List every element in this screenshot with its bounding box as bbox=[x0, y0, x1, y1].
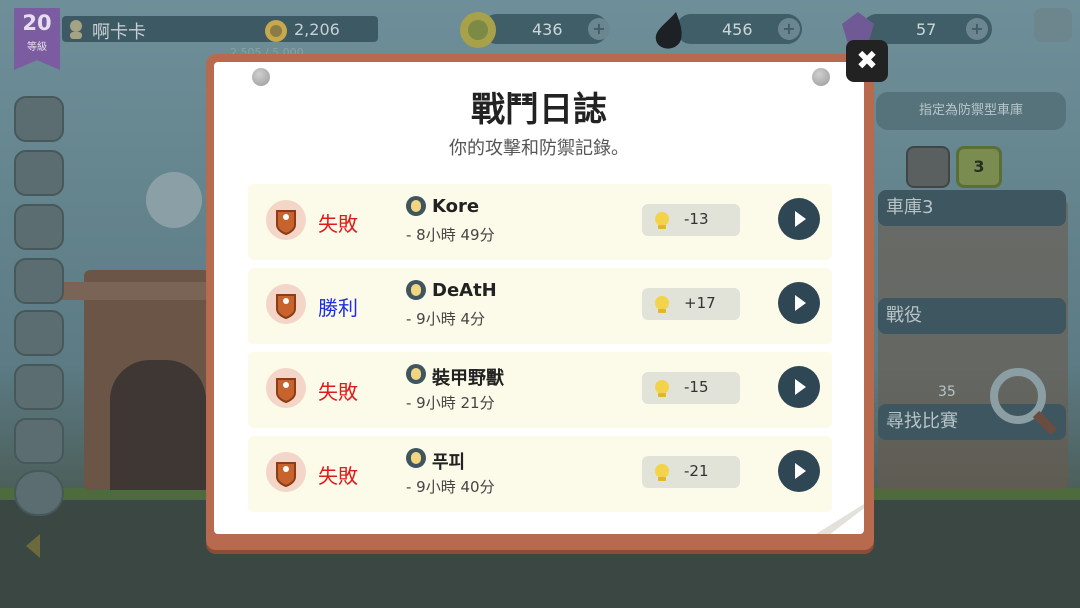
battle-log-row: 失敗 Kore - 8小時 49分 -13 bbox=[248, 184, 832, 260]
replay-button[interactable] bbox=[778, 198, 820, 240]
opponent-avatar-icon bbox=[406, 196, 426, 216]
trophy-delta: -21 bbox=[684, 462, 709, 480]
add-coins-button[interactable]: + bbox=[588, 18, 610, 40]
opponent-avatar-icon bbox=[406, 280, 426, 300]
oil-drop-icon bbox=[655, 12, 682, 49]
player-avatar-icon bbox=[70, 20, 82, 39]
shield-icon bbox=[266, 200, 306, 240]
opponent-name: Kore bbox=[432, 196, 480, 217]
trophy-change: +17 bbox=[642, 288, 740, 320]
achievements-button[interactable] bbox=[14, 258, 64, 304]
battle-log-row: 失敗 裝甲野獸 - 9小時 21分 -15 bbox=[248, 352, 832, 428]
shield-icon bbox=[266, 368, 306, 408]
workshop-door bbox=[110, 360, 206, 490]
settings-button[interactable] bbox=[14, 470, 64, 516]
timer-button[interactable] bbox=[14, 310, 64, 356]
shield-icon bbox=[266, 452, 306, 492]
opponent-name: DeAtH bbox=[432, 280, 497, 301]
garage-slot-2[interactable] bbox=[906, 146, 950, 188]
coins-count: 436 bbox=[532, 20, 563, 39]
leaderboard-button[interactable] bbox=[14, 204, 64, 250]
opponent-name: 푸피 bbox=[432, 452, 466, 473]
opponent-name: 裝甲野獸 bbox=[432, 368, 504, 389]
play-icon bbox=[795, 463, 806, 479]
battle-log-row: 失敗 푸피 - 9小時 40分 -21 bbox=[248, 436, 832, 512]
add-gems-button[interactable]: + bbox=[966, 18, 988, 40]
shop-button[interactable] bbox=[14, 418, 64, 464]
coin-icon bbox=[460, 12, 496, 48]
mail-button[interactable] bbox=[14, 96, 64, 142]
trophy-delta: -15 bbox=[684, 378, 709, 396]
play-icon bbox=[795, 295, 806, 311]
trophy-change: -15 bbox=[642, 372, 740, 404]
trophy-delta: +17 bbox=[684, 294, 716, 312]
shield-icon bbox=[266, 284, 306, 324]
garage-slot-selected[interactable]: 3 bbox=[956, 146, 1002, 188]
magnifier-icon bbox=[990, 368, 1058, 436]
battle-time: - 9小時 40分 bbox=[406, 478, 495, 496]
close-icon: ✖ bbox=[856, 46, 878, 76]
crane-beam bbox=[40, 282, 210, 300]
workshop-right bbox=[878, 200, 1068, 490]
messages-button[interactable] bbox=[14, 150, 64, 196]
campaign-button[interactable]: 戰役 bbox=[878, 298, 1066, 334]
trophy-icon bbox=[655, 212, 669, 229]
modal-title: 戰鬥日誌 bbox=[471, 90, 607, 130]
battle-time: - 9小時 21分 bbox=[406, 394, 495, 412]
scroll-left-arrow-icon[interactable] bbox=[26, 534, 40, 558]
coin-bubble bbox=[146, 172, 202, 228]
gems-count: 57 bbox=[916, 20, 937, 39]
oil-count: 456 bbox=[722, 20, 753, 39]
add-oil-button[interactable]: + bbox=[778, 18, 800, 40]
opponent-avatar-icon bbox=[406, 364, 426, 384]
close-button[interactable]: ✖ bbox=[846, 40, 888, 82]
trophy-delta: -13 bbox=[684, 210, 709, 228]
battle-result: 失敗 bbox=[318, 212, 358, 236]
replay-button[interactable] bbox=[778, 366, 820, 408]
replay-button[interactable] bbox=[778, 450, 820, 492]
chat-button[interactable] bbox=[1034, 8, 1072, 42]
trophy-change: -21 bbox=[642, 456, 740, 488]
player-name: 啊卡卡 bbox=[92, 22, 146, 43]
trophy-change: -13 bbox=[642, 204, 740, 236]
profile-button[interactable] bbox=[14, 364, 64, 410]
trophy-icon bbox=[655, 464, 669, 481]
trophy-icon bbox=[655, 380, 669, 397]
play-icon bbox=[795, 379, 806, 395]
battle-log-row: 勝利 DeAtH - 9小時 4分 +17 bbox=[248, 268, 832, 344]
opponent-avatar-icon bbox=[406, 448, 426, 468]
trophy-icon bbox=[265, 20, 287, 42]
battle-time: - 8小時 49分 bbox=[406, 226, 495, 244]
battle-time: - 9小時 4分 bbox=[406, 310, 486, 328]
trophy-icon bbox=[655, 296, 669, 313]
battle-result: 勝利 bbox=[318, 296, 358, 320]
modal-subtitle: 你的攻擊和防禦記錄。 bbox=[449, 138, 629, 159]
battle-result: 失敗 bbox=[318, 380, 358, 404]
battle-result: 失敗 bbox=[318, 464, 358, 488]
trophy-count: 2,206 bbox=[294, 20, 340, 39]
garage-label: 車庫3 bbox=[878, 190, 1066, 226]
find-match-count: 35 bbox=[938, 384, 956, 400]
defense-garage-tip: 指定為防禦型車庫 bbox=[876, 92, 1066, 130]
play-icon bbox=[795, 211, 806, 227]
level-number: 20 bbox=[22, 11, 52, 35]
replay-button[interactable] bbox=[778, 282, 820, 324]
level-label: 等級 bbox=[27, 42, 47, 53]
